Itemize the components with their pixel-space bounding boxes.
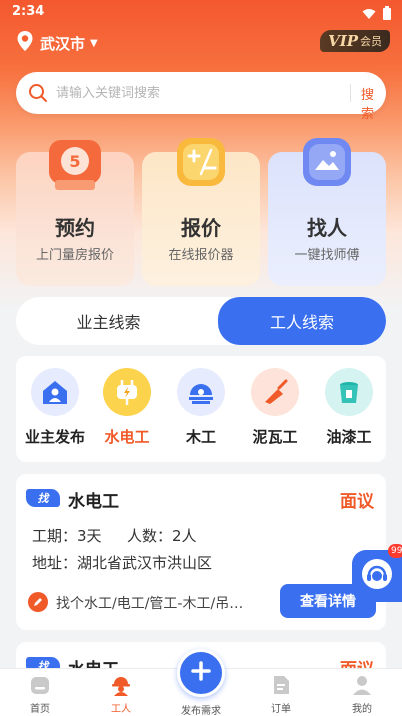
nav-label: 我的 xyxy=(352,704,372,715)
nav-worker[interactable]: 工人 xyxy=(86,673,156,715)
profile-icon xyxy=(327,673,397,697)
vip-text: VIP xyxy=(328,32,358,50)
battery-icon xyxy=(382,5,392,24)
notification-badge: 99 xyxy=(388,544,402,558)
find-tag: 找 xyxy=(26,489,60,507)
search-input[interactable] xyxy=(56,72,326,114)
tab-worker-leads[interactable]: 工人线索 xyxy=(218,297,386,345)
service-title-find-worker: 找人 xyxy=(307,216,347,240)
home-icon xyxy=(5,673,75,697)
status-bar: 2:34 xyxy=(0,0,402,24)
category-electrician[interactable]: 水电工 xyxy=(90,368,164,447)
job-price: 面议 xyxy=(340,492,374,512)
service-subtitle-quote: 在线报价器 xyxy=(168,248,234,263)
nav-mine[interactable]: 我的 xyxy=(327,673,397,715)
location-city: 武汉市 xyxy=(40,34,86,53)
service-card-find-worker[interactable]: 找人 一键找师傅 xyxy=(268,138,386,286)
category-owner-post[interactable]: 业主发布 xyxy=(18,368,92,447)
category-label: 泥瓦工 xyxy=(252,428,298,446)
category-label: 业主发布 xyxy=(24,428,85,446)
nav-publish[interactable]: 发布需求 xyxy=(166,699,236,716)
calculator-icon xyxy=(169,136,233,192)
location-selector[interactable]: 武汉市 ▼ xyxy=(16,30,98,56)
search-bar: 搜索 xyxy=(16,72,386,122)
category-label: 油漆工 xyxy=(326,428,372,446)
lead-tabs: 业主线索 工人线索 xyxy=(16,297,386,345)
status-icons xyxy=(362,5,392,24)
job-title: 水电工 xyxy=(68,492,119,512)
status-time: 2:34 xyxy=(12,4,45,19)
headset-icon xyxy=(360,557,394,595)
location-pin-icon xyxy=(16,30,34,56)
category-carpenter[interactable]: 木工 xyxy=(164,368,238,447)
search-icon xyxy=(28,83,48,107)
search-button[interactable]: 搜索 xyxy=(361,84,386,122)
tape-measure-icon-text: 5 xyxy=(69,152,80,171)
saw-icon xyxy=(177,368,225,416)
edit-pen-icon xyxy=(28,592,48,612)
nav-label: 订单 xyxy=(271,704,291,715)
worker-icon xyxy=(86,673,156,697)
job-address: 地址：湖北省武汉市洪山区 xyxy=(32,554,213,572)
category-mason[interactable]: 泥瓦工 xyxy=(238,368,312,447)
tab-owner-leads[interactable]: 业主线索 xyxy=(16,297,201,345)
service-card-quote[interactable]: 报价 在线报价器 xyxy=(142,138,260,286)
plus-icon xyxy=(190,660,212,686)
service-card-appointment[interactable]: 5 预约 上门量房报价 xyxy=(16,140,134,286)
service-title-quote: 报价 xyxy=(181,216,221,240)
house-person-icon xyxy=(31,368,79,416)
search-divider xyxy=(350,84,351,102)
service-subtitle-appointment: 上门量房报价 xyxy=(35,248,114,263)
wifi-icon xyxy=(362,5,376,24)
nav-label: 首页 xyxy=(30,704,50,715)
category-label: 水电工 xyxy=(104,428,150,446)
order-icon xyxy=(246,673,316,697)
chevron-down-icon: ▼ xyxy=(90,37,98,49)
nav-label: 工人 xyxy=(111,704,131,715)
trowel-icon xyxy=(251,368,299,416)
nav-label: 发布需求 xyxy=(181,706,221,716)
nav-orders[interactable]: 订单 xyxy=(246,673,316,715)
vip-member-badge[interactable]: VIP 会员 xyxy=(320,30,390,52)
category-painter[interactable]: 油漆工 xyxy=(312,368,386,447)
service-subtitle-find-worker: 一键找师傅 xyxy=(294,248,360,263)
publish-demand-button[interactable] xyxy=(177,649,225,697)
job-card[interactable]: 找 水电工 面议 工期：3天 人数：2人 地址：湖北省武汉市洪山区 找个水工/电… xyxy=(16,474,386,630)
plug-icon xyxy=(103,368,151,416)
nav-home[interactable]: 首页 xyxy=(5,673,75,715)
category-label: 木工 xyxy=(185,428,216,446)
find-person-icon xyxy=(295,136,359,192)
job-description: 找个水工/电工/管工-木工/吊… xyxy=(56,596,244,612)
job-people: 人数：2人 xyxy=(127,527,197,545)
vip-member-text: 会员 xyxy=(360,35,382,48)
tape-measure-icon: 5 xyxy=(43,136,107,192)
paint-bucket-icon xyxy=(325,368,373,416)
service-title-appointment: 预约 xyxy=(55,216,95,240)
job-duration: 工期：3天 xyxy=(32,527,102,545)
category-panel: 业主发布 水电工 木工 泥瓦工 油漆工 xyxy=(16,356,386,462)
